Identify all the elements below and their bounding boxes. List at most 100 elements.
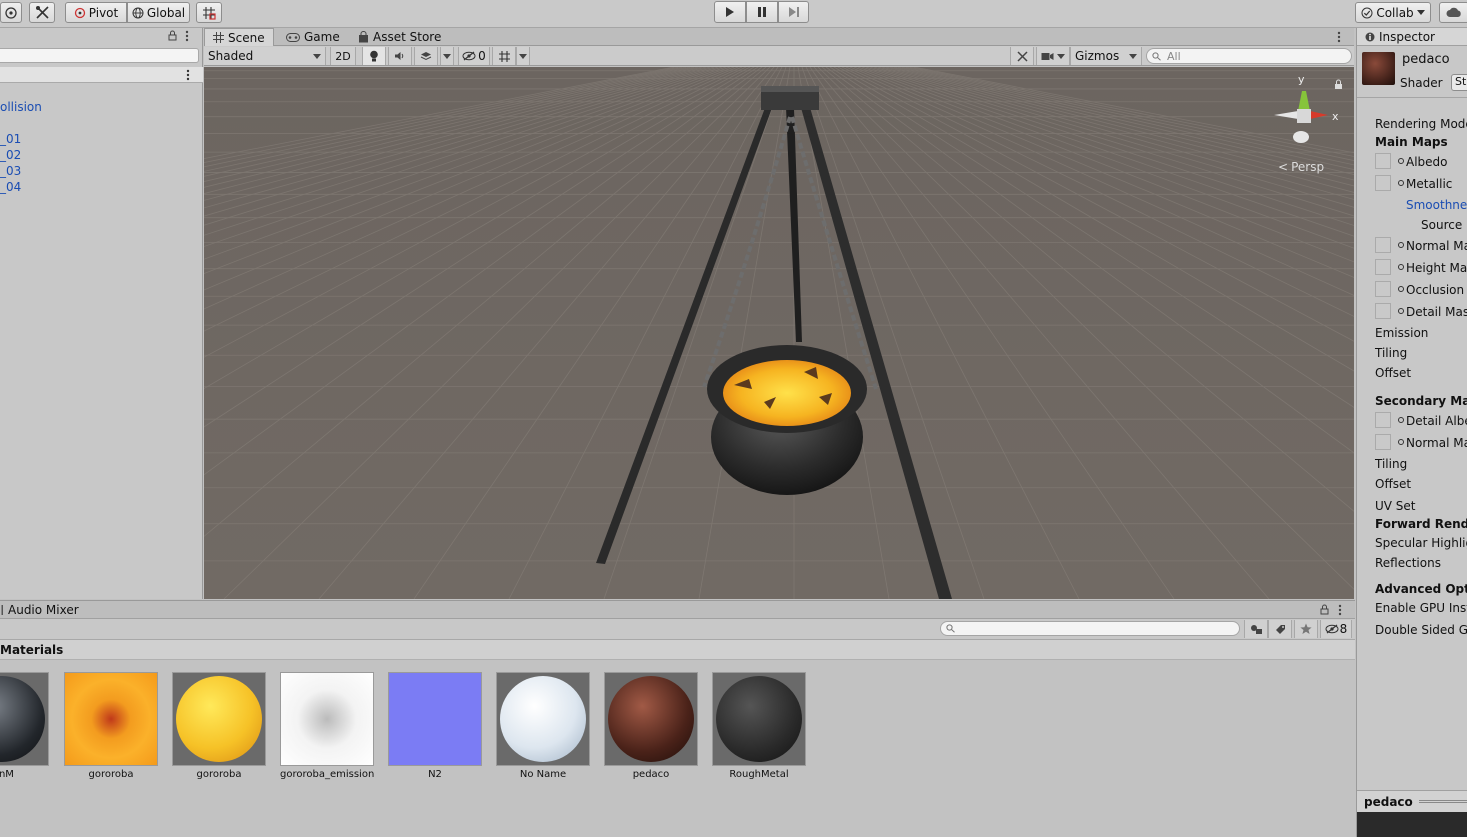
texture-slot[interactable] — [1375, 412, 1391, 428]
material-asset[interactable]: No Name — [496, 672, 590, 780]
tab-asset-store[interactable]: Asset Store — [350, 28, 449, 46]
effects-dropdown[interactable] — [440, 47, 454, 65]
texture-slot[interactable] — [1375, 303, 1391, 319]
material-name-label: ainM — [0, 769, 14, 780]
2d-toggle-button[interactable]: 2D — [330, 47, 356, 65]
scene-view-toolbar: Shaded 2D 0 Gizmos All — [204, 46, 1354, 66]
hierarchy-search-input[interactable] — [0, 48, 199, 63]
material-thumbnail — [280, 672, 374, 766]
tab-audio-mixer[interactable]: Audio Mixer — [0, 601, 79, 619]
hierarchy-item[interactable]: ollision — [0, 99, 42, 115]
play-button[interactable] — [714, 1, 746, 23]
texture-slot[interactable] — [1375, 153, 1391, 169]
pivot-toggle-button[interactable]: Pivot — [65, 2, 127, 23]
material-thumbnail — [172, 672, 266, 766]
inspector-property-label: Tiling — [1375, 346, 1408, 360]
hidden-packages-toggle[interactable]: 8 — [1320, 620, 1352, 638]
scene-search-input[interactable]: All — [1146, 48, 1352, 64]
hierarchy-item[interactable]: _04 — [0, 179, 21, 195]
search-by-label-button[interactable] — [1268, 620, 1292, 638]
texture-slot[interactable] — [1375, 434, 1391, 450]
hierarchy-item[interactable]: _03 — [0, 163, 21, 179]
material-asset[interactable]: gororoba — [172, 672, 266, 780]
effects-toggle-button[interactable] — [414, 47, 438, 65]
texture-picker-icon[interactable] — [1398, 417, 1404, 423]
tab-scene-label: Scene — [228, 30, 265, 45]
cloud-button[interactable] — [1439, 2, 1467, 23]
camera-settings-dropdown[interactable] — [1036, 47, 1070, 65]
lighting-toggle-button[interactable] — [362, 47, 386, 65]
texture-picker-icon[interactable] — [1398, 286, 1404, 292]
shader-dropdown[interactable]: St — [1451, 74, 1467, 91]
inspector-property-label: Detail Mask — [1406, 305, 1467, 319]
inspector-tab-label: Inspector — [1379, 29, 1435, 44]
tab-game-label: Game — [304, 30, 340, 44]
lock-icon[interactable] — [1320, 604, 1329, 615]
collab-dropdown-button[interactable]: Collab — [1355, 2, 1431, 23]
snap-settings-button[interactable] — [196, 2, 222, 23]
hidden-objects-toggle[interactable]: 0 — [458, 47, 490, 65]
scene-tools-button[interactable] — [1010, 47, 1034, 65]
texture-picker-icon[interactable] — [1398, 308, 1404, 314]
material-asset[interactable]: N2 — [388, 672, 482, 780]
material-sphere-preview — [0, 676, 45, 762]
material-asset[interactable]: ainM — [0, 672, 49, 780]
inspector-property-label: Detail Albedo — [1406, 414, 1467, 428]
panel-menu-icon[interactable] — [185, 30, 189, 42]
material-asset[interactable]: RoughMetal — [712, 672, 806, 780]
material-sphere-preview — [608, 676, 694, 762]
gizmos-dropdown[interactable]: Gizmos — [1070, 47, 1142, 65]
scene-viewport[interactable]: y x < Persp — [204, 67, 1354, 599]
material-asset[interactable]: pedaco — [604, 672, 698, 780]
scene-menu-icon[interactable] — [1337, 31, 1341, 43]
hierarchy-panel: ollision _01 _02 _03 _04 — [0, 28, 203, 599]
project-tab-bar: Audio Mixer — [0, 600, 1355, 619]
scene-menu-icon[interactable] — [186, 69, 190, 81]
hierarchy-item[interactable]: _02 — [0, 147, 21, 163]
caret-down-icon — [313, 53, 321, 59]
material-name: pedaco — [1402, 52, 1450, 67]
grid-toggle-button[interactable] — [492, 47, 516, 65]
lock-icon[interactable] — [1334, 79, 1343, 90]
drag-handle[interactable] — [1419, 800, 1467, 803]
texture-picker-icon[interactable] — [1398, 439, 1404, 445]
orientation-gizmo[interactable]: y x — [1270, 73, 1340, 155]
texture-slot[interactable] — [1375, 281, 1391, 297]
inspector-property-label: Emission — [1375, 326, 1429, 340]
material-asset[interactable]: gororoba_emission — [280, 672, 374, 780]
material-sphere-preview — [176, 676, 262, 762]
texture-picker-icon[interactable] — [1398, 242, 1404, 248]
hierarchy-scene-header[interactable] — [0, 67, 203, 83]
lock-icon[interactable] — [168, 30, 177, 41]
panel-menu-icon[interactable] — [1338, 604, 1342, 616]
custom-tool-button[interactable] — [29, 2, 55, 23]
texture-picker-icon[interactable] — [1398, 264, 1404, 270]
hierarchy-item[interactable]: _01 — [0, 131, 21, 147]
shading-mode-dropdown[interactable]: Shaded — [204, 47, 326, 65]
inspector-property-label: Height Map — [1406, 261, 1467, 275]
inspector-property-label: Secondary Maps — [1375, 394, 1467, 408]
audio-toggle-button[interactable] — [388, 47, 412, 65]
texture-picker-icon[interactable] — [1398, 158, 1404, 164]
global-toggle-button[interactable]: Global — [127, 2, 190, 23]
material-asset[interactable]: gororoba — [64, 672, 158, 780]
texture-picker-icon[interactable] — [1398, 180, 1404, 186]
shapes-icon — [1250, 624, 1263, 635]
texture-slot[interactable] — [1375, 259, 1391, 275]
preview-header[interactable]: pedaco — [1357, 790, 1467, 812]
texture-slot[interactable] — [1375, 237, 1391, 253]
tab-inspector[interactable]: Inspector — [1357, 28, 1467, 46]
rect-tool-button[interactable] — [0, 2, 22, 23]
project-search-input[interactable] — [940, 621, 1240, 636]
tab-scene[interactable]: Scene — [204, 28, 274, 46]
folder-title[interactable]: Materials — [0, 643, 63, 657]
search-icon — [1152, 51, 1162, 61]
tab-game[interactable]: Game — [278, 28, 348, 46]
step-button[interactable] — [778, 1, 809, 23]
texture-slot[interactable] — [1375, 175, 1391, 191]
favorites-button[interactable] — [1294, 620, 1318, 638]
pause-button[interactable] — [746, 1, 778, 23]
search-by-type-button[interactable] — [1244, 620, 1268, 638]
projection-toggle[interactable]: < Persp — [1278, 160, 1324, 174]
grid-dropdown[interactable] — [516, 47, 530, 65]
